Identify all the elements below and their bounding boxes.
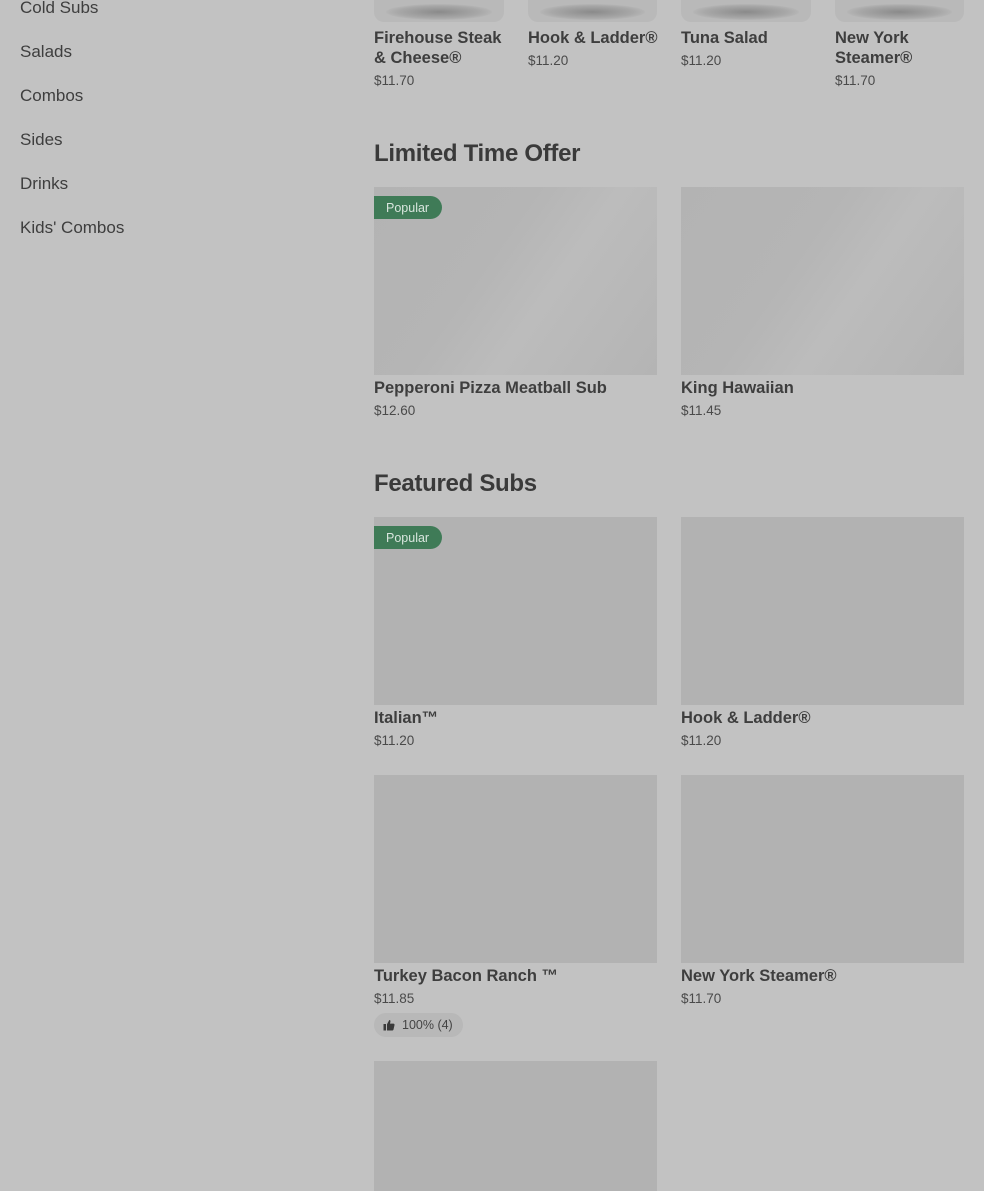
item-name: Hook & Ladder®: [528, 29, 658, 47]
sidebar-item-cold-subs[interactable]: Cold Subs: [20, 0, 98, 18]
item-price: $11.70: [835, 73, 876, 88]
popular-badge: Popular: [374, 196, 442, 219]
section-title-featured-subs: Featured Subs: [374, 470, 537, 497]
item-image: [374, 1061, 657, 1191]
section-title-limited-time-offer: Limited Time Offer: [374, 140, 581, 167]
item-name: New York Steamer®: [681, 967, 837, 985]
item-image: [374, 775, 657, 963]
item-name: Tuna Salad: [681, 29, 768, 47]
item-image: Popular: [374, 517, 657, 705]
item-name: Hook & Ladder®: [681, 709, 811, 727]
sidebar-item-salads[interactable]: Salads: [20, 42, 72, 62]
item-image: [681, 0, 811, 22]
item-price: $11.70: [681, 991, 722, 1006]
item-name: Turkey Bacon Ranch ™: [374, 967, 558, 985]
sidebar-item-kids-combos[interactable]: Kids' Combos: [20, 218, 124, 238]
menu-page: Cold Subs Salads Combos Sides Drinks Kid…: [0, 0, 984, 1191]
item-image: [374, 0, 504, 22]
item-image: [681, 775, 964, 963]
rating-text: 100% (4): [402, 1018, 453, 1032]
rating-badge: 100% (4): [374, 1013, 463, 1037]
item-image: [681, 517, 964, 705]
item-price: $11.20: [681, 733, 722, 748]
item-name: King Hawaiian: [681, 379, 794, 397]
item-price: $12.60: [374, 403, 416, 418]
sidebar-item-combos[interactable]: Combos: [20, 86, 83, 106]
item-name: New York Steamer®: [835, 29, 913, 67]
thumbs-up-icon: [383, 1020, 395, 1031]
item-name: Pepperoni Pizza Meatball Sub: [374, 379, 607, 397]
sidebar-item-drinks[interactable]: Drinks: [20, 174, 68, 194]
item-name: Italian™: [374, 709, 439, 727]
item-image: [681, 187, 964, 375]
item-image: [835, 0, 964, 22]
item-price: $11.85: [374, 991, 415, 1006]
item-image: [528, 0, 657, 22]
item-name: Firehouse Steak & Cheese®: [374, 29, 502, 67]
item-price: $11.20: [681, 53, 722, 68]
item-price: $11.20: [528, 53, 569, 68]
item-price: $11.20: [374, 733, 415, 748]
item-price: $11.70: [374, 73, 415, 88]
sidebar-item-sides[interactable]: Sides: [20, 130, 63, 150]
item-image: Popular: [374, 187, 657, 375]
item-price: $11.45: [681, 403, 722, 418]
popular-badge: Popular: [374, 526, 442, 549]
